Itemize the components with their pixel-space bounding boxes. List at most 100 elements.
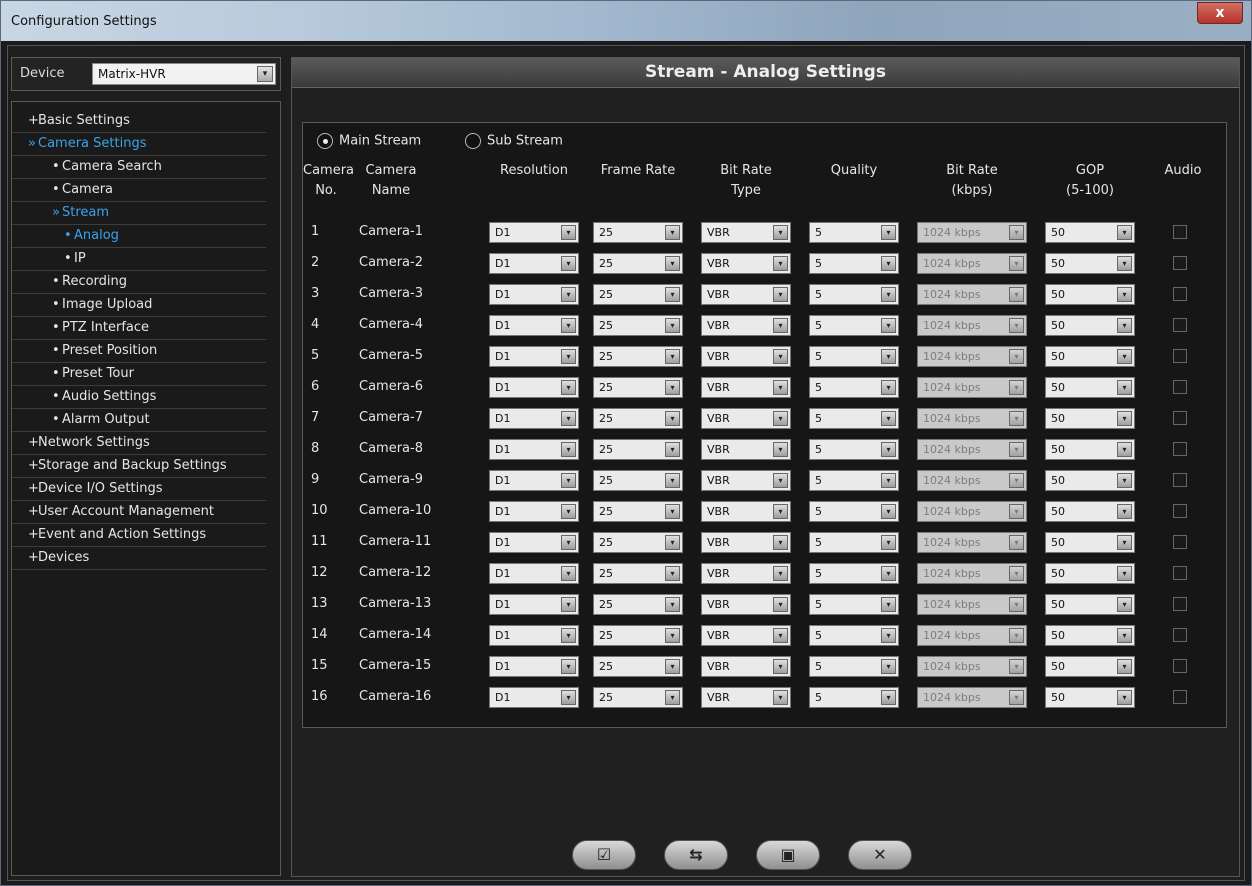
- quality-dropdown[interactable]: 5 ▾: [809, 284, 899, 305]
- gop-dropdown[interactable]: 50 ▾: [1045, 253, 1135, 274]
- quality-dropdown[interactable]: 5 ▾: [809, 377, 899, 398]
- gop-dropdown[interactable]: 50 ▾: [1045, 625, 1135, 646]
- chevron-down-icon[interactable]: ▾: [257, 66, 273, 82]
- sidebar-item-event-and-action-settings[interactable]: +Event and Action Settings: [12, 524, 266, 547]
- sidebar-item-stream[interactable]: » Stream: [12, 202, 266, 225]
- chevron-down-icon[interactable]: ▾: [561, 566, 576, 581]
- audio-checkbox[interactable]: [1173, 318, 1187, 332]
- resolution-dropdown[interactable]: D1 ▾: [489, 346, 579, 367]
- gop-dropdown[interactable]: 50 ▾: [1045, 346, 1135, 367]
- sub-stream-radio[interactable]: Sub Stream: [465, 133, 563, 149]
- sidebar-item-user-account-management[interactable]: +User Account Management: [12, 501, 266, 524]
- gop-dropdown[interactable]: 50 ▾: [1045, 470, 1135, 491]
- chevron-down-icon[interactable]: ▾: [773, 380, 788, 395]
- main-stream-radio[interactable]: Main Stream: [317, 133, 421, 149]
- chevron-down-icon[interactable]: ▾: [561, 225, 576, 240]
- sidebar-item-analog[interactable]: • Analog: [12, 225, 266, 248]
- sidebar-item-image-upload[interactable]: • Image Upload: [12, 294, 266, 317]
- bitrate-type-dropdown[interactable]: VBR ▾: [701, 532, 791, 553]
- audio-checkbox[interactable]: [1173, 380, 1187, 394]
- gop-dropdown[interactable]: 50 ▾: [1045, 377, 1135, 398]
- frame-rate-dropdown[interactable]: 25 ▾: [593, 532, 683, 553]
- resolution-dropdown[interactable]: D1 ▾: [489, 563, 579, 584]
- gop-dropdown[interactable]: 50 ▾: [1045, 532, 1135, 553]
- gop-dropdown[interactable]: 50 ▾: [1045, 222, 1135, 243]
- audio-checkbox[interactable]: [1173, 690, 1187, 704]
- chevron-down-icon[interactable]: ▾: [773, 225, 788, 240]
- chevron-down-icon[interactable]: ▾: [561, 504, 576, 519]
- sidebar-item-camera[interactable]: • Camera: [12, 179, 266, 202]
- quality-dropdown[interactable]: 5 ▾: [809, 501, 899, 522]
- audio-checkbox[interactable]: [1173, 287, 1187, 301]
- audio-checkbox[interactable]: [1173, 504, 1187, 518]
- device-dropdown[interactable]: Matrix-HVR ▾: [92, 63, 276, 85]
- bitrate-type-dropdown[interactable]: VBR ▾: [701, 563, 791, 584]
- chevron-down-icon[interactable]: ▾: [881, 535, 896, 550]
- audio-checkbox[interactable]: [1173, 411, 1187, 425]
- chevron-down-icon[interactable]: ▾: [773, 659, 788, 674]
- chevron-down-icon[interactable]: ▾: [1117, 659, 1132, 674]
- audio-checkbox[interactable]: [1173, 256, 1187, 270]
- frame-rate-dropdown[interactable]: 25 ▾: [593, 253, 683, 274]
- chevron-down-icon[interactable]: ▾: [1117, 318, 1132, 333]
- frame-rate-dropdown[interactable]: 25 ▾: [593, 346, 683, 367]
- sidebar-item-preset-tour[interactable]: • Preset Tour: [12, 363, 266, 386]
- chevron-down-icon[interactable]: ▾: [881, 566, 896, 581]
- chevron-down-icon[interactable]: ▾: [561, 442, 576, 457]
- gop-dropdown[interactable]: 50 ▾: [1045, 284, 1135, 305]
- chevron-down-icon[interactable]: ▾: [1117, 442, 1132, 457]
- quality-dropdown[interactable]: 5 ▾: [809, 222, 899, 243]
- chevron-down-icon[interactable]: ▾: [561, 411, 576, 426]
- chevron-down-icon[interactable]: ▾: [1117, 349, 1132, 364]
- chevron-down-icon[interactable]: ▾: [881, 380, 896, 395]
- quality-dropdown[interactable]: 5 ▾: [809, 687, 899, 708]
- refresh-button[interactable]: ⇆: [664, 840, 728, 870]
- sidebar-item-storage-and-backup-settings[interactable]: +Storage and Backup Settings: [12, 455, 266, 478]
- resolution-dropdown[interactable]: D1 ▾: [489, 284, 579, 305]
- chevron-down-icon[interactable]: ▾: [665, 597, 680, 612]
- chevron-down-icon[interactable]: ▾: [561, 535, 576, 550]
- resolution-dropdown[interactable]: D1 ▾: [489, 470, 579, 491]
- gop-dropdown[interactable]: 50 ▾: [1045, 594, 1135, 615]
- frame-rate-dropdown[interactable]: 25 ▾: [593, 408, 683, 429]
- chevron-down-icon[interactable]: ▾: [773, 411, 788, 426]
- frame-rate-dropdown[interactable]: 25 ▾: [593, 439, 683, 460]
- chevron-down-icon[interactable]: ▾: [561, 628, 576, 643]
- gop-dropdown[interactable]: 50 ▾: [1045, 656, 1135, 677]
- frame-rate-dropdown[interactable]: 25 ▾: [593, 377, 683, 398]
- chevron-down-icon[interactable]: ▾: [881, 349, 896, 364]
- chevron-down-icon[interactable]: ▾: [665, 380, 680, 395]
- quality-dropdown[interactable]: 5 ▾: [809, 656, 899, 677]
- frame-rate-dropdown[interactable]: 25 ▾: [593, 501, 683, 522]
- chevron-down-icon[interactable]: ▾: [665, 256, 680, 271]
- chevron-down-icon[interactable]: ▾: [881, 659, 896, 674]
- chevron-down-icon[interactable]: ▾: [665, 442, 680, 457]
- frame-rate-dropdown[interactable]: 25 ▾: [593, 222, 683, 243]
- sidebar-item-ip[interactable]: • IP: [12, 248, 266, 271]
- chevron-down-icon[interactable]: ▾: [1117, 287, 1132, 302]
- bitrate-type-dropdown[interactable]: VBR ▾: [701, 470, 791, 491]
- resolution-dropdown[interactable]: D1 ▾: [489, 656, 579, 677]
- chevron-down-icon[interactable]: ▾: [1117, 597, 1132, 612]
- sidebar-item-alarm-output[interactable]: • Alarm Output: [12, 409, 266, 432]
- sidebar-item-basic-settings[interactable]: +Basic Settings: [12, 110, 266, 133]
- resolution-dropdown[interactable]: D1 ▾: [489, 501, 579, 522]
- chevron-down-icon[interactable]: ▾: [1117, 380, 1132, 395]
- resolution-dropdown[interactable]: D1 ▾: [489, 687, 579, 708]
- frame-rate-dropdown[interactable]: 25 ▾: [593, 656, 683, 677]
- quality-dropdown[interactable]: 5 ▾: [809, 408, 899, 429]
- chevron-down-icon[interactable]: ▾: [561, 287, 576, 302]
- bitrate-type-dropdown[interactable]: VBR ▾: [701, 253, 791, 274]
- chevron-down-icon[interactable]: ▾: [773, 597, 788, 612]
- frame-rate-dropdown[interactable]: 25 ▾: [593, 687, 683, 708]
- quality-dropdown[interactable]: 5 ▾: [809, 625, 899, 646]
- sidebar-item-ptz-interface[interactable]: • PTZ Interface: [12, 317, 266, 340]
- chevron-down-icon[interactable]: ▾: [665, 566, 680, 581]
- chevron-down-icon[interactable]: ▾: [561, 318, 576, 333]
- resolution-dropdown[interactable]: D1 ▾: [489, 377, 579, 398]
- chevron-down-icon[interactable]: ▾: [1117, 628, 1132, 643]
- chevron-down-icon[interactable]: ▾: [773, 318, 788, 333]
- chevron-down-icon[interactable]: ▾: [665, 225, 680, 240]
- chevron-down-icon[interactable]: ▾: [881, 504, 896, 519]
- chevron-down-icon[interactable]: ▾: [561, 380, 576, 395]
